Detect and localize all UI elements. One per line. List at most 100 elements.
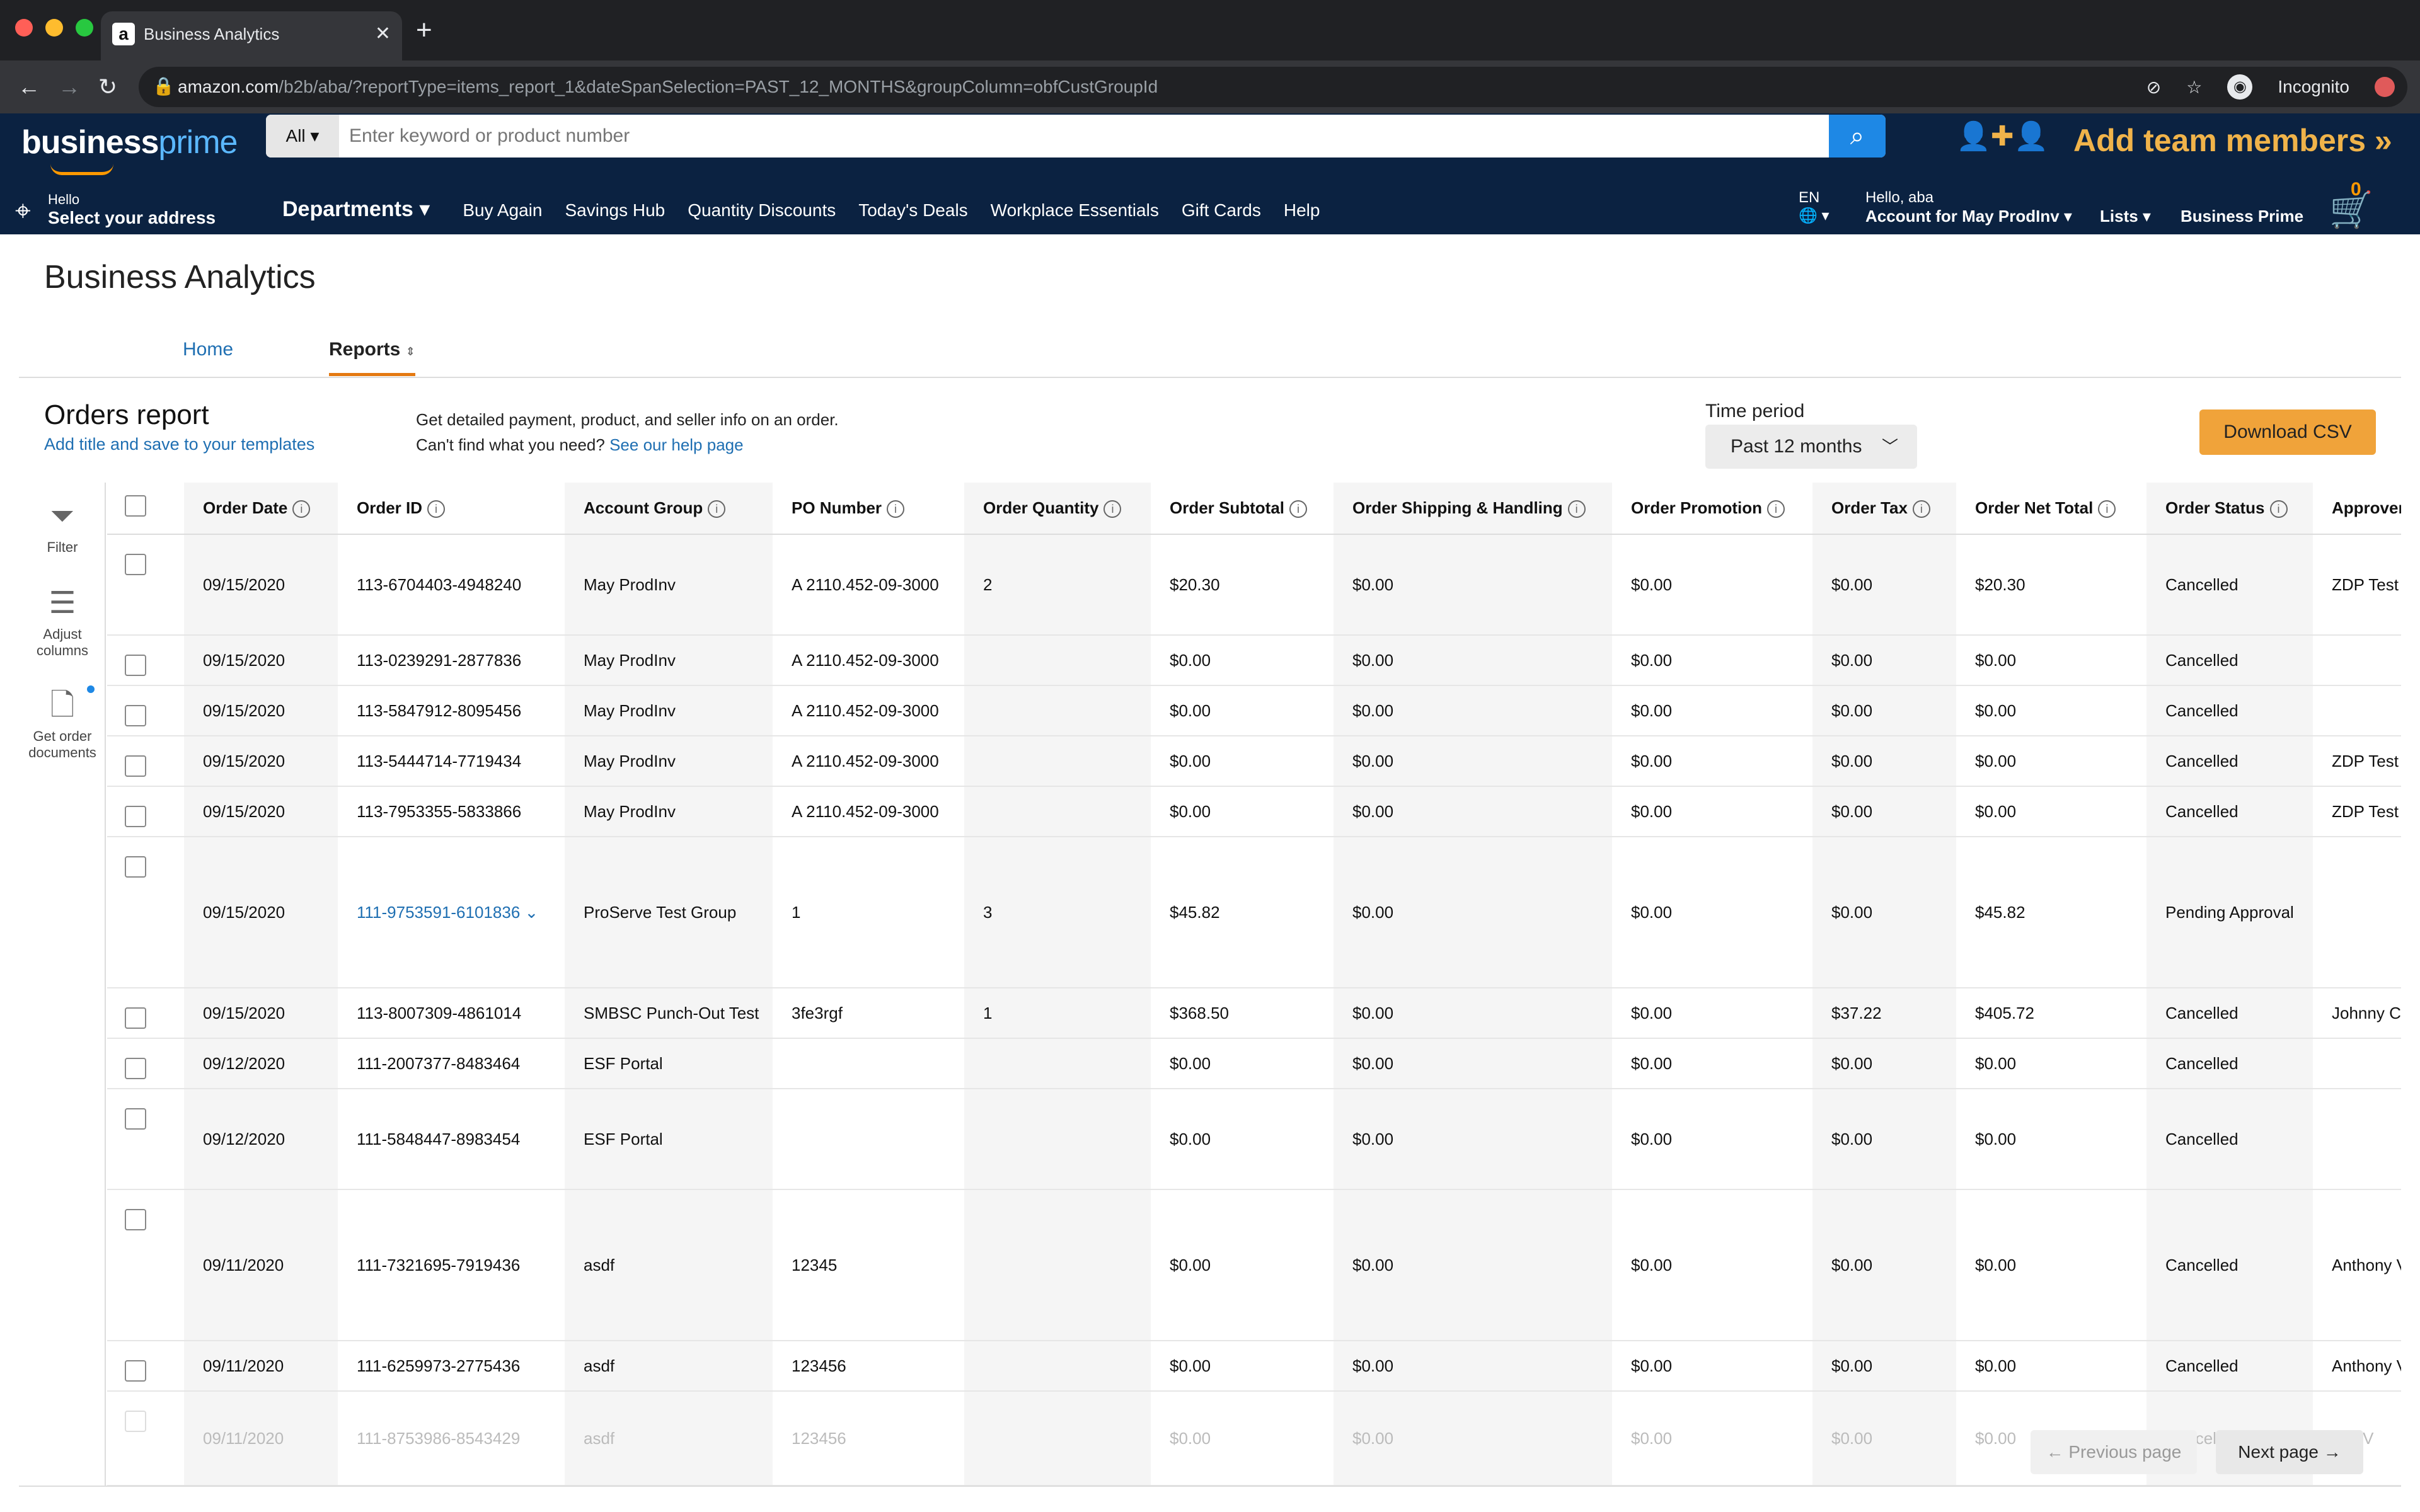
table-row[interactable]: 09/11/2020 111-6259973-2775436 asdf 123456 $… — [107, 1341, 2401, 1392]
account-menu[interactable]: Hello, aba Account for May ProdInv ▾ — [1865, 189, 2072, 226]
col-po-number[interactable]: PO Number i — [773, 483, 964, 535]
back-icon[interactable]: ← — [18, 73, 40, 101]
close-window-button[interactable] — [15, 19, 33, 37]
chevron-down-icon[interactable]: ⌄ — [520, 903, 539, 922]
nav-help[interactable]: Help — [1284, 200, 1320, 220]
order-id-link[interactable]: 111-9753591-6101836 — [357, 903, 520, 922]
language-selector[interactable]: EN 🌐 ▾ — [1799, 189, 1829, 225]
search-button[interactable]: ⌕ — [1829, 115, 1886, 158]
cell-value: ZDP Test . — [2332, 751, 2401, 770]
nav-buy-again[interactable]: Buy Again — [463, 200, 542, 220]
nav-savings-hub[interactable]: Savings Hub — [565, 200, 665, 220]
table-cell: Cancelled — [2146, 635, 2313, 686]
lists-menu[interactable]: Lists ▾ — [2100, 207, 2151, 226]
row-checkbox[interactable] — [125, 856, 146, 878]
info-icon[interactable]: i — [427, 500, 446, 518]
col-order-id[interactable]: Order ID i — [338, 483, 565, 535]
info-icon[interactable]: i — [1103, 500, 1122, 518]
row-checkbox[interactable] — [125, 806, 146, 827]
previous-page-button[interactable]: ← Previous page — [2031, 1430, 2197, 1474]
row-checkbox[interactable] — [125, 755, 146, 777]
nav-todays-deals[interactable]: Today's Deals — [858, 200, 967, 220]
col-order-net-total[interactable]: Order Net Total i — [1956, 483, 2146, 535]
table-row[interactable]: 09/15/2020 111-9753591-6101836 ⌄ ProServe … — [107, 837, 2401, 988]
row-checkbox[interactable] — [125, 1007, 146, 1029]
search-category-dropdown[interactable]: All ▾ — [266, 115, 339, 158]
incognito-icon[interactable]: ◉ — [2227, 74, 2253, 100]
orders-table-container[interactable]: Order Date i Order ID i Account Group i PO … — [107, 483, 2401, 1487]
row-checkbox[interactable] — [125, 655, 146, 676]
search-input[interactable] — [349, 115, 1736, 158]
cell-value: 09/12/2020 — [203, 1129, 285, 1148]
business-prime-link[interactable]: Business Prime — [2181, 207, 2303, 226]
team-members-icon[interactable]: 👤✚👤 — [1956, 120, 2048, 152]
browser-tab[interactable]: a Business Analytics ✕ — [101, 11, 402, 60]
row-checkbox[interactable] — [125, 1411, 146, 1432]
table-cell: 113-6704403-4948240 — [338, 534, 565, 636]
nav-quantity-discounts[interactable]: Quantity Discounts — [688, 200, 836, 220]
row-checkbox[interactable] — [125, 1058, 146, 1079]
nav-gift-cards[interactable]: Gift Cards — [1182, 200, 1261, 220]
info-icon[interactable]: i — [887, 500, 905, 518]
info-icon[interactable]: i — [1289, 500, 1308, 518]
table-row[interactable]: 09/12/2020 111-5848447-8983454 ESF Portal $… — [107, 1089, 2401, 1190]
table-row[interactable]: 09/15/2020 113-6704403-4948240 May ProdInv… — [107, 534, 2401, 636]
help-page-link[interactable]: See our help page — [609, 435, 744, 454]
table-row[interactable]: 09/15/2020 113-8007309-4861014 SMBSC Punch… — [107, 988, 2401, 1039]
departments-menu[interactable]: Departments ▾ — [282, 197, 430, 222]
next-page-button[interactable]: Next page → — [2216, 1430, 2363, 1474]
table-row[interactable]: 09/15/2020 113-5847912-8095456 May ProdInv… — [107, 685, 2401, 736]
info-icon[interactable]: i — [2098, 500, 2116, 518]
table-row[interactable]: 09/11/2020 111-7321695-7919436 asdf 12345 $0… — [107, 1189, 2401, 1341]
tab-reports[interactable]: Reports ⇕ — [329, 339, 415, 376]
add-title-link[interactable]: Add title and save to your templates — [44, 435, 314, 454]
select-all-checkbox[interactable] — [125, 495, 146, 517]
col-order-shipping[interactable]: Order Shipping & Handling i — [1334, 483, 1612, 535]
table-row[interactable]: 09/12/2020 111-2007377-8483464 ESF Portal $… — [107, 1038, 2401, 1089]
table-row[interactable]: 09/15/2020 113-0239291-2877836 May ProdInv… — [107, 635, 2401, 686]
minimize-window-button[interactable] — [45, 19, 63, 37]
row-checkbox[interactable] — [125, 1108, 146, 1130]
forward-icon[interactable]: → — [58, 73, 81, 101]
col-order-status[interactable]: Order Status i — [2146, 483, 2313, 535]
add-team-members-link[interactable]: Add team members » — [2073, 122, 2392, 159]
adjust-columns-button[interactable]: ☰ Adjust columns — [19, 586, 106, 659]
col-order-subtotal[interactable]: Order Subtotal i — [1151, 483, 1334, 535]
info-icon[interactable]: i — [1567, 500, 1586, 518]
col-order-promotion[interactable]: Order Promotion i — [1612, 483, 1812, 535]
maximize-window-button[interactable] — [76, 19, 93, 37]
new-tab-icon[interactable]: + — [416, 15, 432, 45]
col-order-quantity[interactable]: Order Quantity i — [964, 483, 1151, 535]
row-checkbox[interactable] — [125, 554, 146, 575]
table-row[interactable]: 09/15/2020 113-7953355-5833866 May ProdInv… — [107, 786, 2401, 837]
col-order-tax[interactable]: Order Tax i — [1812, 483, 1956, 535]
table-cell: May ProdInv — [565, 534, 773, 636]
row-checkbox[interactable] — [125, 705, 146, 726]
row-checkbox[interactable] — [125, 1209, 146, 1230]
get-order-documents-button[interactable]: 🗋 Get order documents — [19, 688, 106, 761]
tracking-blocked-icon[interactable]: ⊘ — [2146, 77, 2161, 98]
table-row[interactable]: 09/15/2020 113-5444714-7719434 May ProdInv… — [107, 736, 2401, 787]
row-checkbox[interactable] — [125, 1360, 146, 1382]
info-icon[interactable]: i — [1767, 500, 1785, 518]
time-period-select[interactable]: Past 12 months ﹀ — [1705, 425, 1917, 469]
info-icon[interactable]: i — [292, 500, 311, 518]
bookmark-star-icon[interactable]: ☆ — [2186, 77, 2202, 98]
filter-button[interactable]: ⏷ Filter — [19, 499, 106, 556]
extension-icon[interactable] — [2375, 77, 2395, 97]
info-icon[interactable]: i — [708, 500, 726, 518]
col-approver[interactable]: Approver — [2313, 483, 2401, 535]
download-csv-button[interactable]: Download CSV — [2199, 410, 2376, 455]
info-icon[interactable]: i — [1912, 500, 1930, 518]
info-icon[interactable]: i — [2269, 500, 2288, 518]
nav-workplace-essentials[interactable]: Workplace Essentials — [991, 200, 1159, 220]
col-account-group[interactable]: Account Group i — [565, 483, 773, 535]
tab-home[interactable]: Home — [183, 339, 233, 360]
business-prime-logo[interactable]: businessprime — [21, 123, 238, 161]
col-order-date[interactable]: Order Date i — [184, 483, 338, 535]
reload-icon[interactable]: ↻ — [98, 73, 117, 101]
cart-icon[interactable]: 🛒 0 — [2329, 179, 2373, 231]
row-checkbox-cell — [107, 1089, 184, 1190]
address-bar[interactable]: 🔒 amazon.com/b2b/aba/?reportType=items_r… — [139, 67, 2407, 107]
tab-close-icon[interactable]: ✕ — [375, 19, 391, 49]
